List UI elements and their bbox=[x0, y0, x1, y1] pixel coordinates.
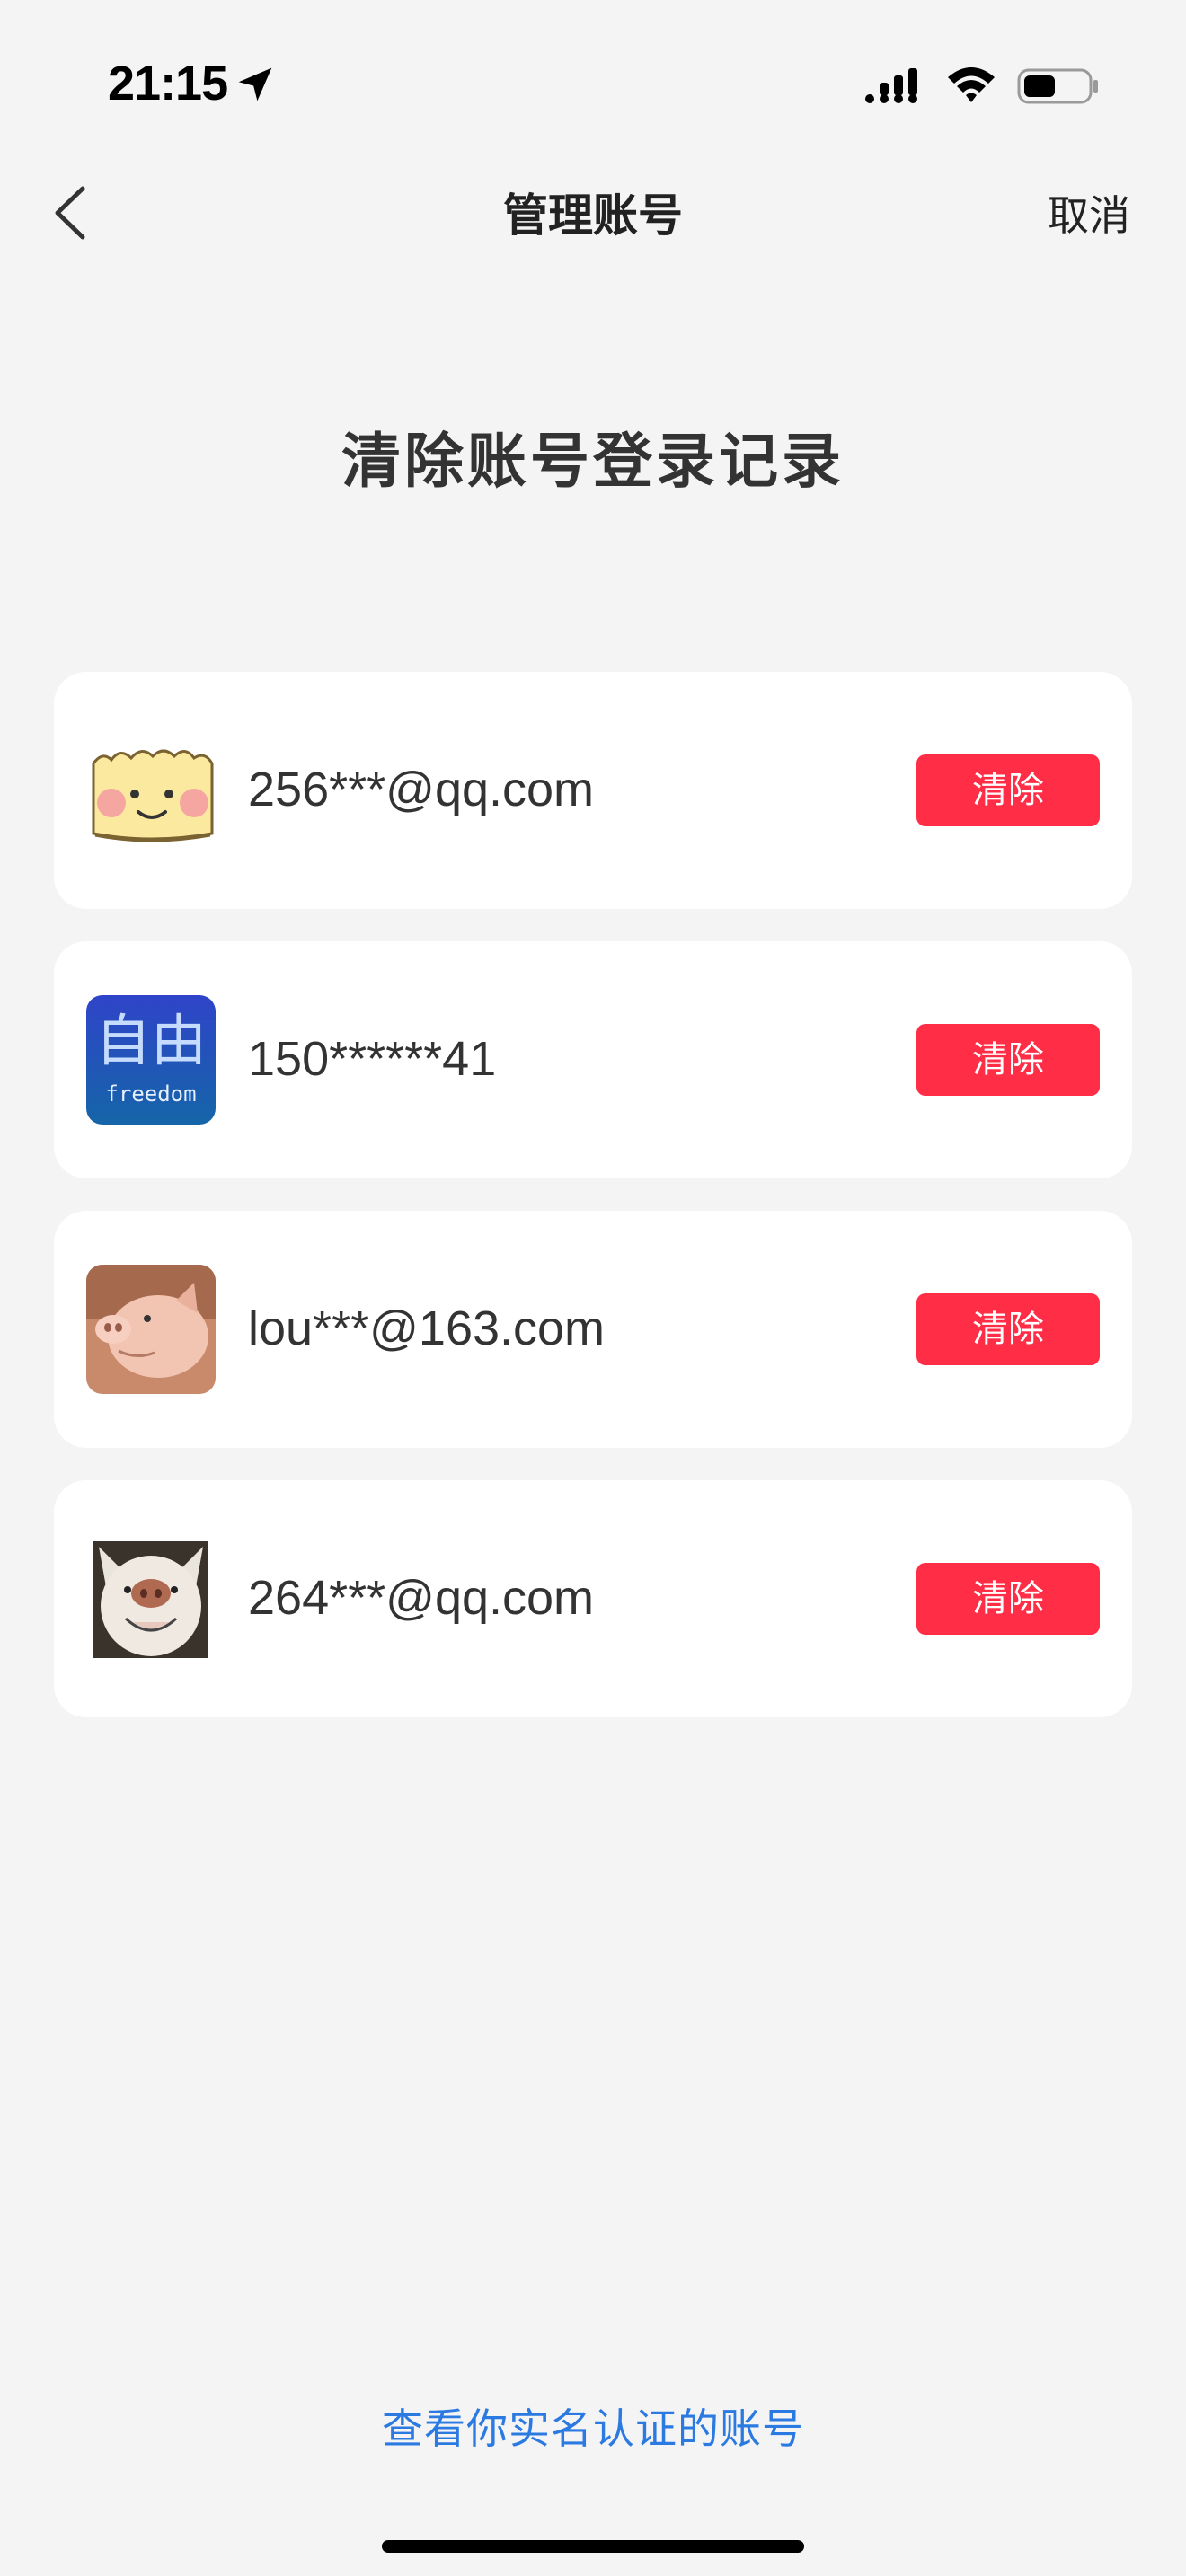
navigation-bar: 管理账号 取消 bbox=[0, 153, 1186, 269]
avatar-text-en: freedom bbox=[105, 1081, 196, 1107]
cellular-signal-icon bbox=[865, 68, 917, 103]
clear-records-heading: 清除账号登录记录 bbox=[341, 428, 845, 494]
account-name: lou***@163.com bbox=[248, 1301, 606, 1355]
account-name: 264***@qq.com bbox=[248, 1571, 595, 1625]
cancel-button[interactable]: 取消 bbox=[1048, 183, 1130, 243]
account-card: 自由 freedom 150******41 清除 bbox=[54, 941, 1132, 1178]
account-card: 256***@qq.com 清除 bbox=[54, 672, 1132, 909]
account-card: lou***@163.com 清除 bbox=[54, 1211, 1132, 1448]
status-time: 21:15 bbox=[108, 57, 228, 110]
clear-button[interactable]: 清除 bbox=[916, 1293, 1100, 1365]
cartoon-face-avatar bbox=[86, 726, 216, 855]
account-name: 256***@qq.com bbox=[248, 763, 595, 816]
battery-icon bbox=[1017, 68, 1098, 104]
page-title: 管理账号 bbox=[503, 190, 683, 241]
freedom-avatar: 自由 freedom bbox=[86, 995, 216, 1125]
dog-avatar bbox=[86, 1534, 216, 1663]
status-bar: 21:15 bbox=[0, 0, 1186, 153]
wifi-icon bbox=[948, 67, 995, 102]
account-card: 264***@qq.com 清除 bbox=[54, 1480, 1132, 1717]
account-list: 256***@qq.com 清除 自由 freedom 150******41 … bbox=[54, 672, 1132, 1750]
piglet-avatar bbox=[86, 1265, 216, 1394]
location-arrow-icon bbox=[238, 67, 272, 101]
account-name: 150******41 bbox=[248, 1032, 497, 1086]
avatar-text-cn: 自由 bbox=[95, 1008, 207, 1073]
home-indicator bbox=[382, 2540, 804, 2553]
view-verified-accounts-link[interactable]: 查看你实名认证的账号 bbox=[0, 2396, 1186, 2456]
clear-button[interactable]: 清除 bbox=[916, 1563, 1100, 1635]
clear-button[interactable]: 清除 bbox=[916, 754, 1100, 826]
clear-button[interactable]: 清除 bbox=[916, 1024, 1100, 1096]
manage-accounts-screen: 21:15 管理账号 取消 清除账号登录记录 256***@qq.com 清除 … bbox=[0, 0, 1186, 2576]
